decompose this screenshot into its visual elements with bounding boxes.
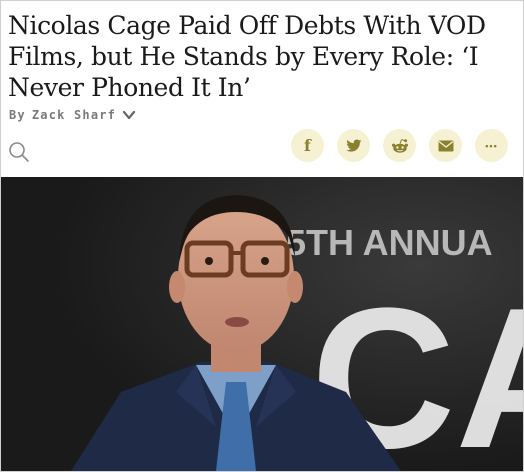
reddit-icon (391, 138, 408, 153)
article-headline: Nicolas Cage Paid Off Debts With VOD Fil… (8, 11, 486, 102)
reddit-share-button[interactable] (383, 129, 416, 162)
chevron-down-icon[interactable] (122, 109, 136, 121)
twitter-share-button[interactable] (337, 129, 370, 162)
twitter-icon (345, 138, 361, 152)
more-icon: ••• (485, 140, 498, 151)
author-name[interactable]: Zack Sharf (32, 108, 116, 122)
byline: By Zack Sharf (9, 108, 116, 122)
search-icon[interactable] (8, 141, 30, 163)
byline-prefix: By (9, 108, 26, 122)
facebook-share-button[interactable]: f (291, 129, 324, 162)
share-bar: f ••• (291, 129, 508, 162)
email-icon (438, 140, 453, 151)
more-share-button[interactable]: ••• (475, 129, 508, 162)
backdrop-banner-text: 5TH ANNUA (286, 222, 493, 263)
byline-row: By Zack Sharf (9, 108, 136, 122)
hero-photo-illustration: 5TH ANNUA CA (1, 177, 523, 471)
hero-image: 5TH ANNUA CA (1, 177, 523, 471)
email-share-button[interactable] (429, 129, 462, 162)
facebook-icon: f (304, 136, 311, 155)
